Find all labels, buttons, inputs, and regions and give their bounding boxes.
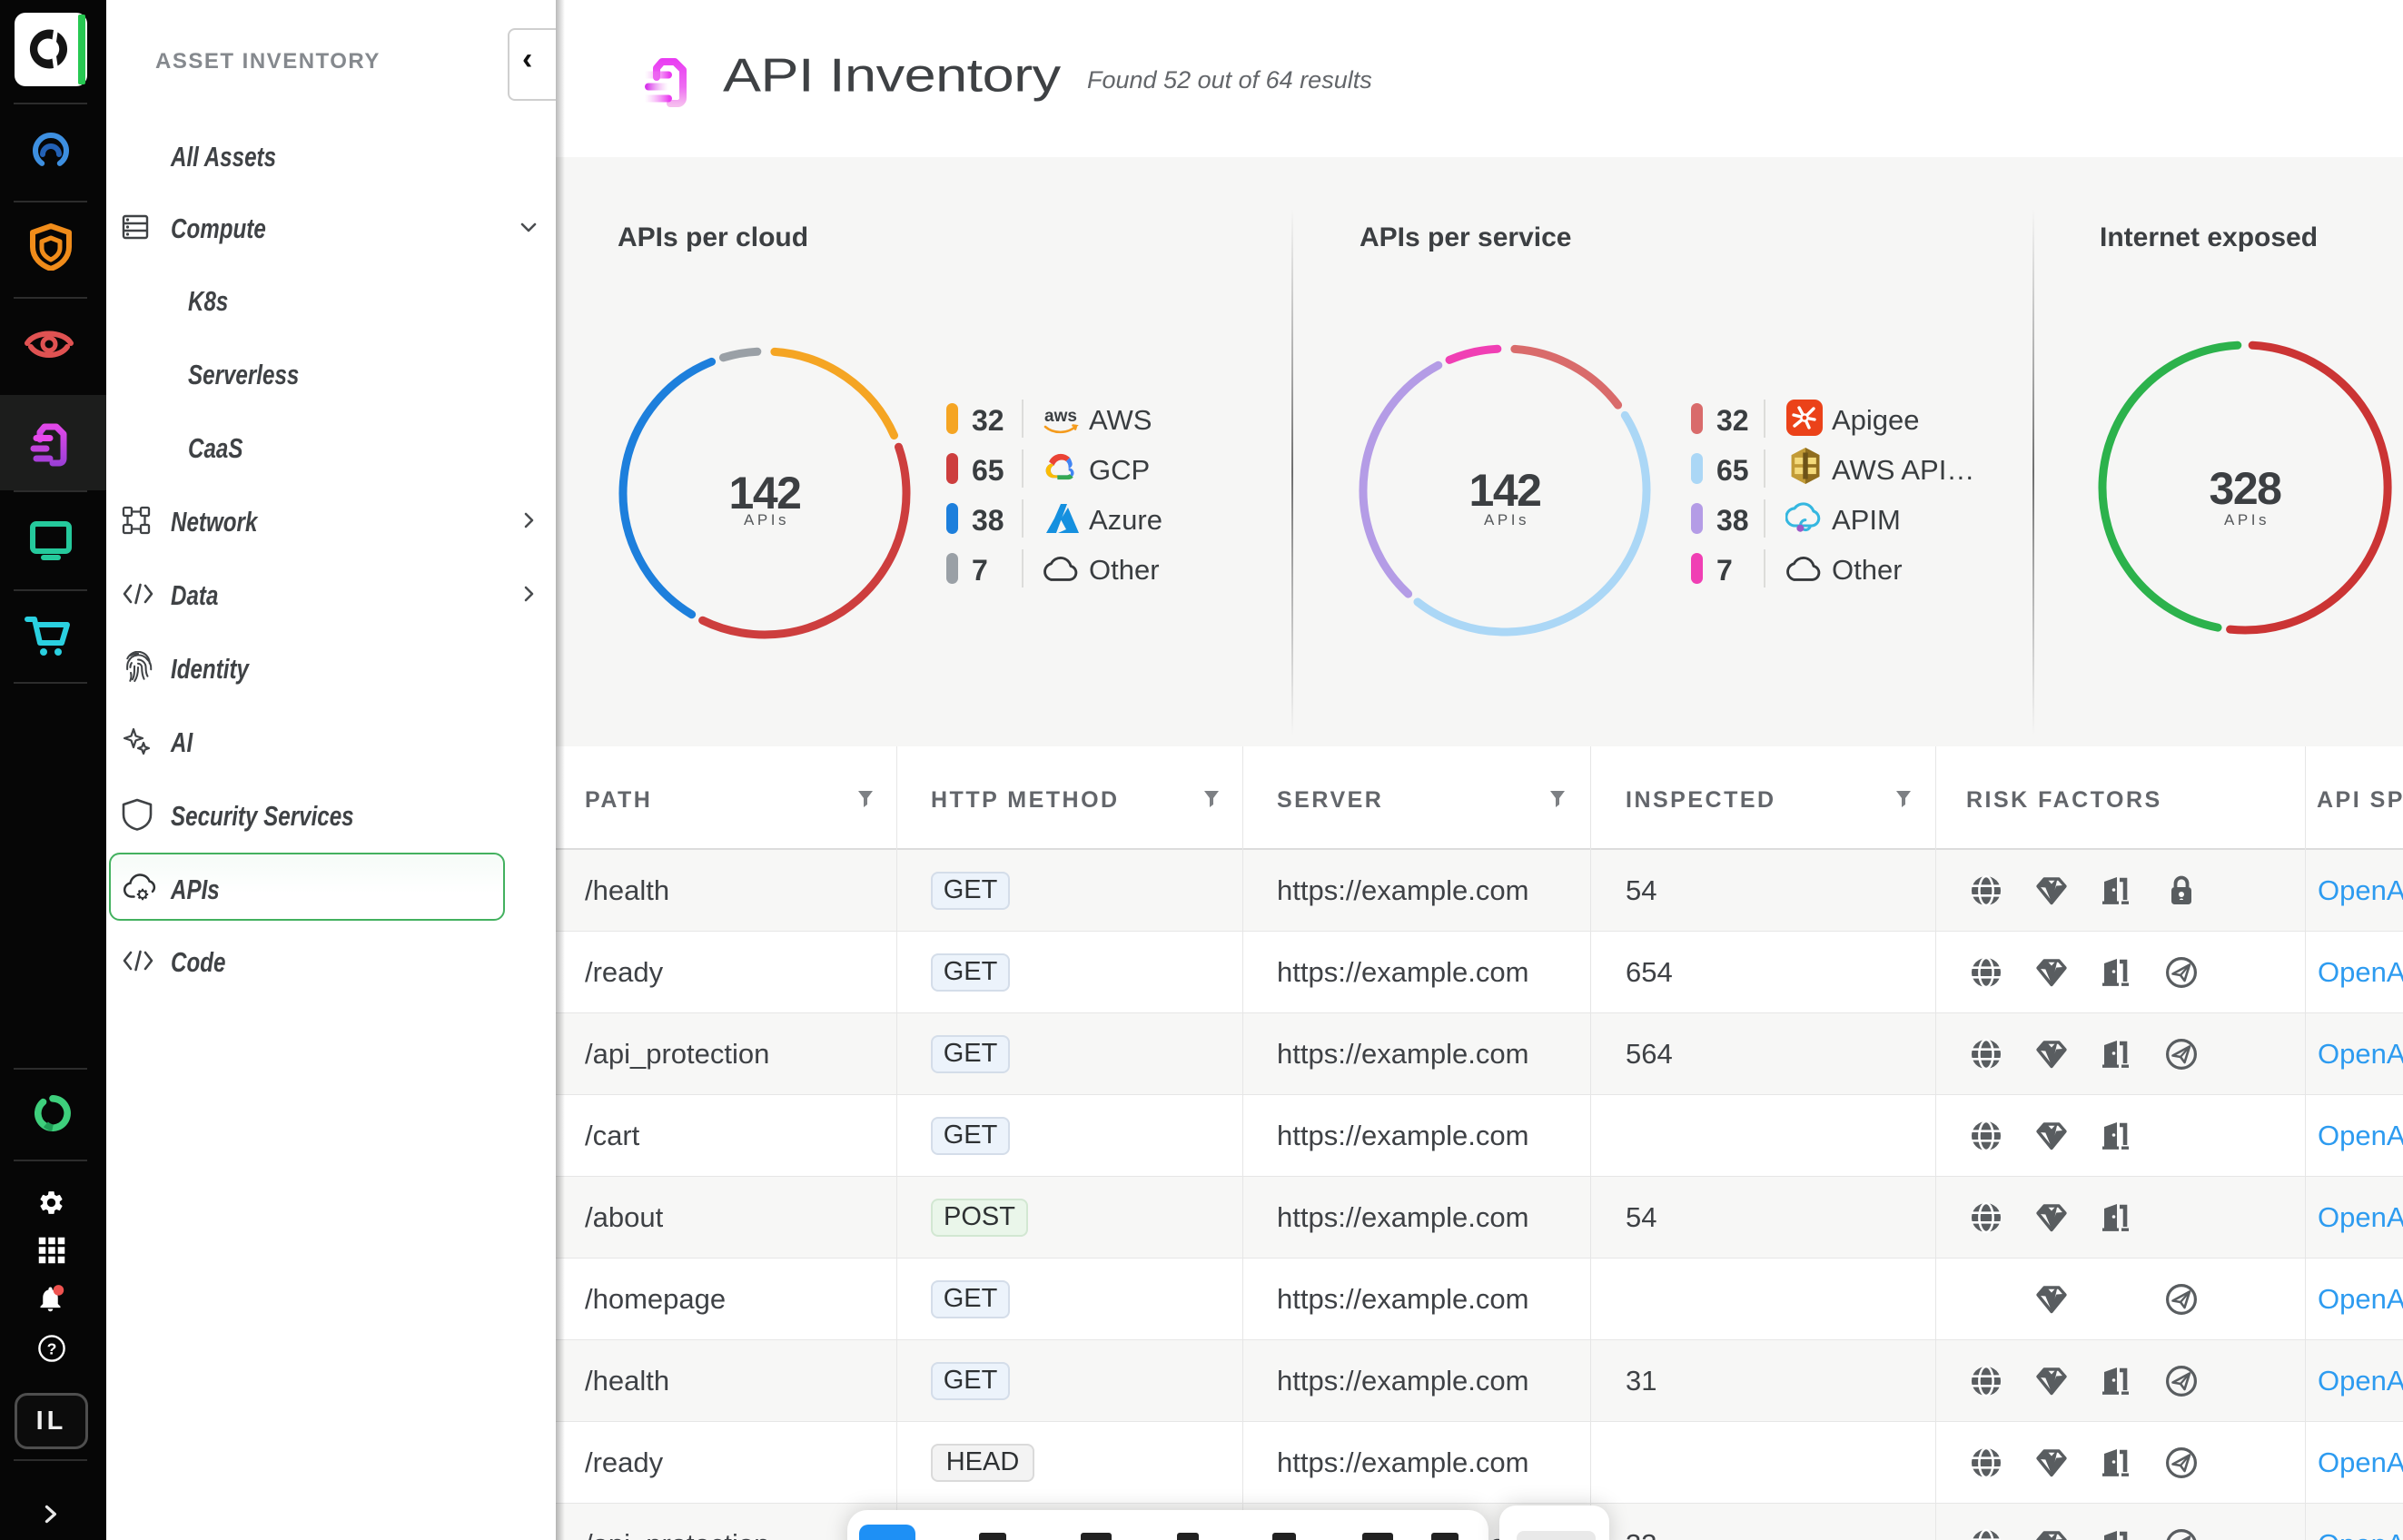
svg-text:aws: aws xyxy=(1044,407,1077,426)
svg-text:?: ? xyxy=(47,1339,57,1357)
